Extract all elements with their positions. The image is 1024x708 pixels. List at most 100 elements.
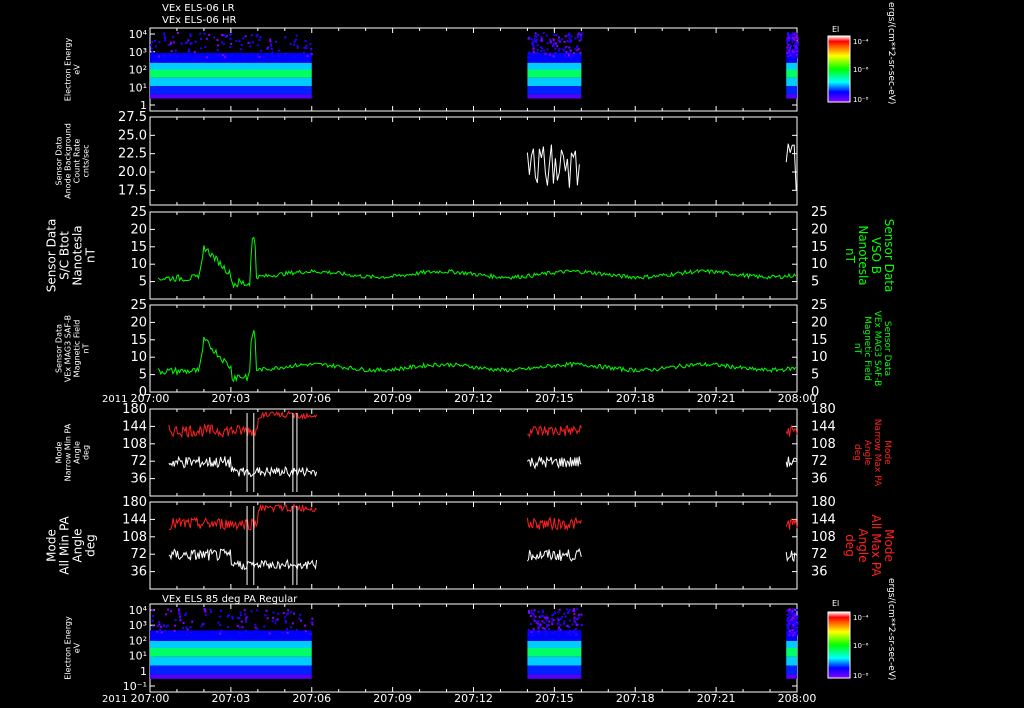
spectrogram-pixel bbox=[187, 39, 190, 42]
spectrogram-pixel bbox=[577, 36, 580, 39]
spectrogram-pixel bbox=[558, 608, 561, 611]
spectrogram-pixel bbox=[548, 620, 551, 623]
spectrogram-pixel bbox=[573, 609, 576, 612]
y-axis-label: eV bbox=[73, 64, 82, 75]
spectrogram-pixel bbox=[794, 54, 797, 57]
spectrogram-pixel bbox=[529, 615, 532, 618]
spectrogram-pixel bbox=[236, 616, 239, 619]
spectrogram-pixel bbox=[564, 35, 567, 38]
spectrogram-pixel bbox=[174, 49, 177, 52]
spectrogram-pixel bbox=[579, 34, 582, 37]
panel-frame bbox=[149, 116, 798, 206]
spectrogram-pixel bbox=[536, 620, 539, 623]
spectrogram-pixel bbox=[794, 40, 797, 43]
spectrogram-pixel bbox=[311, 617, 314, 620]
spectrogram-pixel bbox=[792, 617, 795, 620]
spectrogram-pixel bbox=[295, 34, 298, 37]
spectrogram-band bbox=[150, 656, 312, 666]
spectrogram-pixel bbox=[569, 630, 572, 633]
spectrogram-pixel bbox=[158, 55, 161, 58]
y-tick-label: 10³ bbox=[129, 46, 147, 59]
y-tick-label: 5 bbox=[139, 368, 147, 383]
bottom-panel-header: VEx ELS 85 deg PA Regular bbox=[162, 594, 298, 605]
y-tick-label: 20 bbox=[130, 315, 147, 330]
spectrogram-pixel bbox=[156, 630, 159, 633]
spectrogram-pixel bbox=[282, 612, 285, 615]
panel-bmag2: 25 2520 2015 1510 105 50 0Sensor Data VEx MAG3 … bbox=[55, 298, 893, 405]
spectrogram-pixel bbox=[561, 48, 564, 51]
spectrogram-pixel bbox=[258, 38, 261, 41]
spectrogram-pixel bbox=[182, 621, 185, 624]
spectrogram-pixel bbox=[551, 623, 554, 626]
spectrogram-pixel bbox=[194, 40, 197, 43]
spectrogram-pixel bbox=[545, 619, 548, 622]
spectrogram-pixel bbox=[786, 632, 789, 635]
spectrogram-pixel bbox=[184, 614, 187, 617]
spectrogram-pixel bbox=[557, 621, 560, 624]
spectrogram-band bbox=[150, 62, 312, 70]
spectrogram-pixel bbox=[552, 45, 555, 48]
spectrogram-pixel bbox=[241, 626, 244, 629]
spectrogram-pixel bbox=[552, 39, 555, 42]
spectrogram-pixel bbox=[563, 40, 566, 43]
spectrogram-pixel bbox=[539, 615, 542, 618]
spectrogram-pixel bbox=[541, 620, 544, 623]
y-axis-label: Nanotesla bbox=[71, 225, 85, 285]
spectrogram-pixel bbox=[199, 38, 202, 41]
spectrogram-pixel bbox=[794, 48, 797, 51]
colorbar-tick: 10⁻⁶ bbox=[853, 642, 869, 650]
spectrogram-pixel bbox=[787, 627, 790, 630]
y-tick-label-right: 20 bbox=[811, 315, 828, 330]
spectrogram-pixel bbox=[193, 51, 196, 54]
y-axis-label: deg bbox=[84, 534, 98, 557]
y-axis-label: eV bbox=[73, 642, 82, 653]
spectrogram-pixel bbox=[579, 54, 582, 57]
spectrogram-pixel bbox=[272, 616, 275, 619]
spectrogram-pixel bbox=[239, 614, 242, 617]
panel-anode: 27.5 25.0 22.5 20.0 17.5 Sensor Data Anode Bac… bbox=[55, 110, 798, 206]
x-tick-label: 207:09 bbox=[373, 692, 412, 705]
spectrogram-pixel bbox=[796, 41, 799, 44]
x-tick-label: 207:06 bbox=[292, 392, 331, 405]
y-tick-label: 72 bbox=[130, 454, 147, 469]
spectrogram-band bbox=[150, 640, 312, 648]
spectrogram-pixel bbox=[298, 617, 301, 620]
spectrogram-pixel bbox=[541, 615, 544, 618]
panel-pa_all: 180 180144 144108 10872 7236 36Mode All Min PA… bbox=[45, 495, 896, 590]
spectrogram-band bbox=[786, 69, 797, 78]
spectrogram-pixel bbox=[245, 619, 248, 622]
spectrogram-pixel bbox=[789, 621, 792, 624]
spectrogram-pixel bbox=[563, 612, 566, 615]
x-tick-label: 207:21 bbox=[697, 692, 736, 705]
spectrogram-pixel bbox=[208, 33, 211, 36]
colorbar-tick: 10⁻⁸ bbox=[853, 672, 869, 680]
spectrogram-pixel bbox=[579, 51, 582, 54]
spectrogram-pixel bbox=[576, 608, 579, 611]
spectrogram-pixel bbox=[300, 619, 303, 622]
spectrogram-pixel bbox=[572, 55, 575, 58]
y-axis-label-right: Narrow Max PA bbox=[872, 419, 882, 487]
spectrogram-pixel bbox=[217, 44, 220, 47]
spectrogram-pixel bbox=[546, 42, 549, 45]
colorbar-title: El bbox=[832, 25, 839, 34]
spectrogram-pixel bbox=[284, 619, 287, 622]
spectrogram-pixel bbox=[796, 36, 799, 39]
spectrogram-pixel bbox=[549, 52, 552, 55]
spectrogram-pixel bbox=[573, 612, 576, 615]
spectrogram-pixel bbox=[231, 617, 234, 620]
y-tick-label: 10² bbox=[129, 64, 147, 77]
spectrogram-pixel bbox=[256, 609, 259, 612]
y-tick-label: 108 bbox=[122, 437, 147, 452]
y-tick-label: 25 bbox=[130, 298, 147, 313]
spectrogram-band bbox=[527, 648, 582, 657]
spectrogram-pixel bbox=[791, 610, 794, 613]
spectrogram-pixel bbox=[796, 615, 799, 618]
spectrogram-band bbox=[150, 648, 312, 657]
x-tick-label: 207:15 bbox=[535, 392, 574, 405]
spectrogram-pixel bbox=[573, 620, 576, 623]
colorbar-tick: 10⁻⁶ bbox=[853, 66, 869, 74]
y-tick-label-right: 25 bbox=[811, 298, 828, 313]
y-tick-label-right: 36 bbox=[811, 565, 828, 580]
spectrogram-pixel bbox=[569, 56, 572, 59]
spectrogram-pixel bbox=[557, 611, 560, 614]
